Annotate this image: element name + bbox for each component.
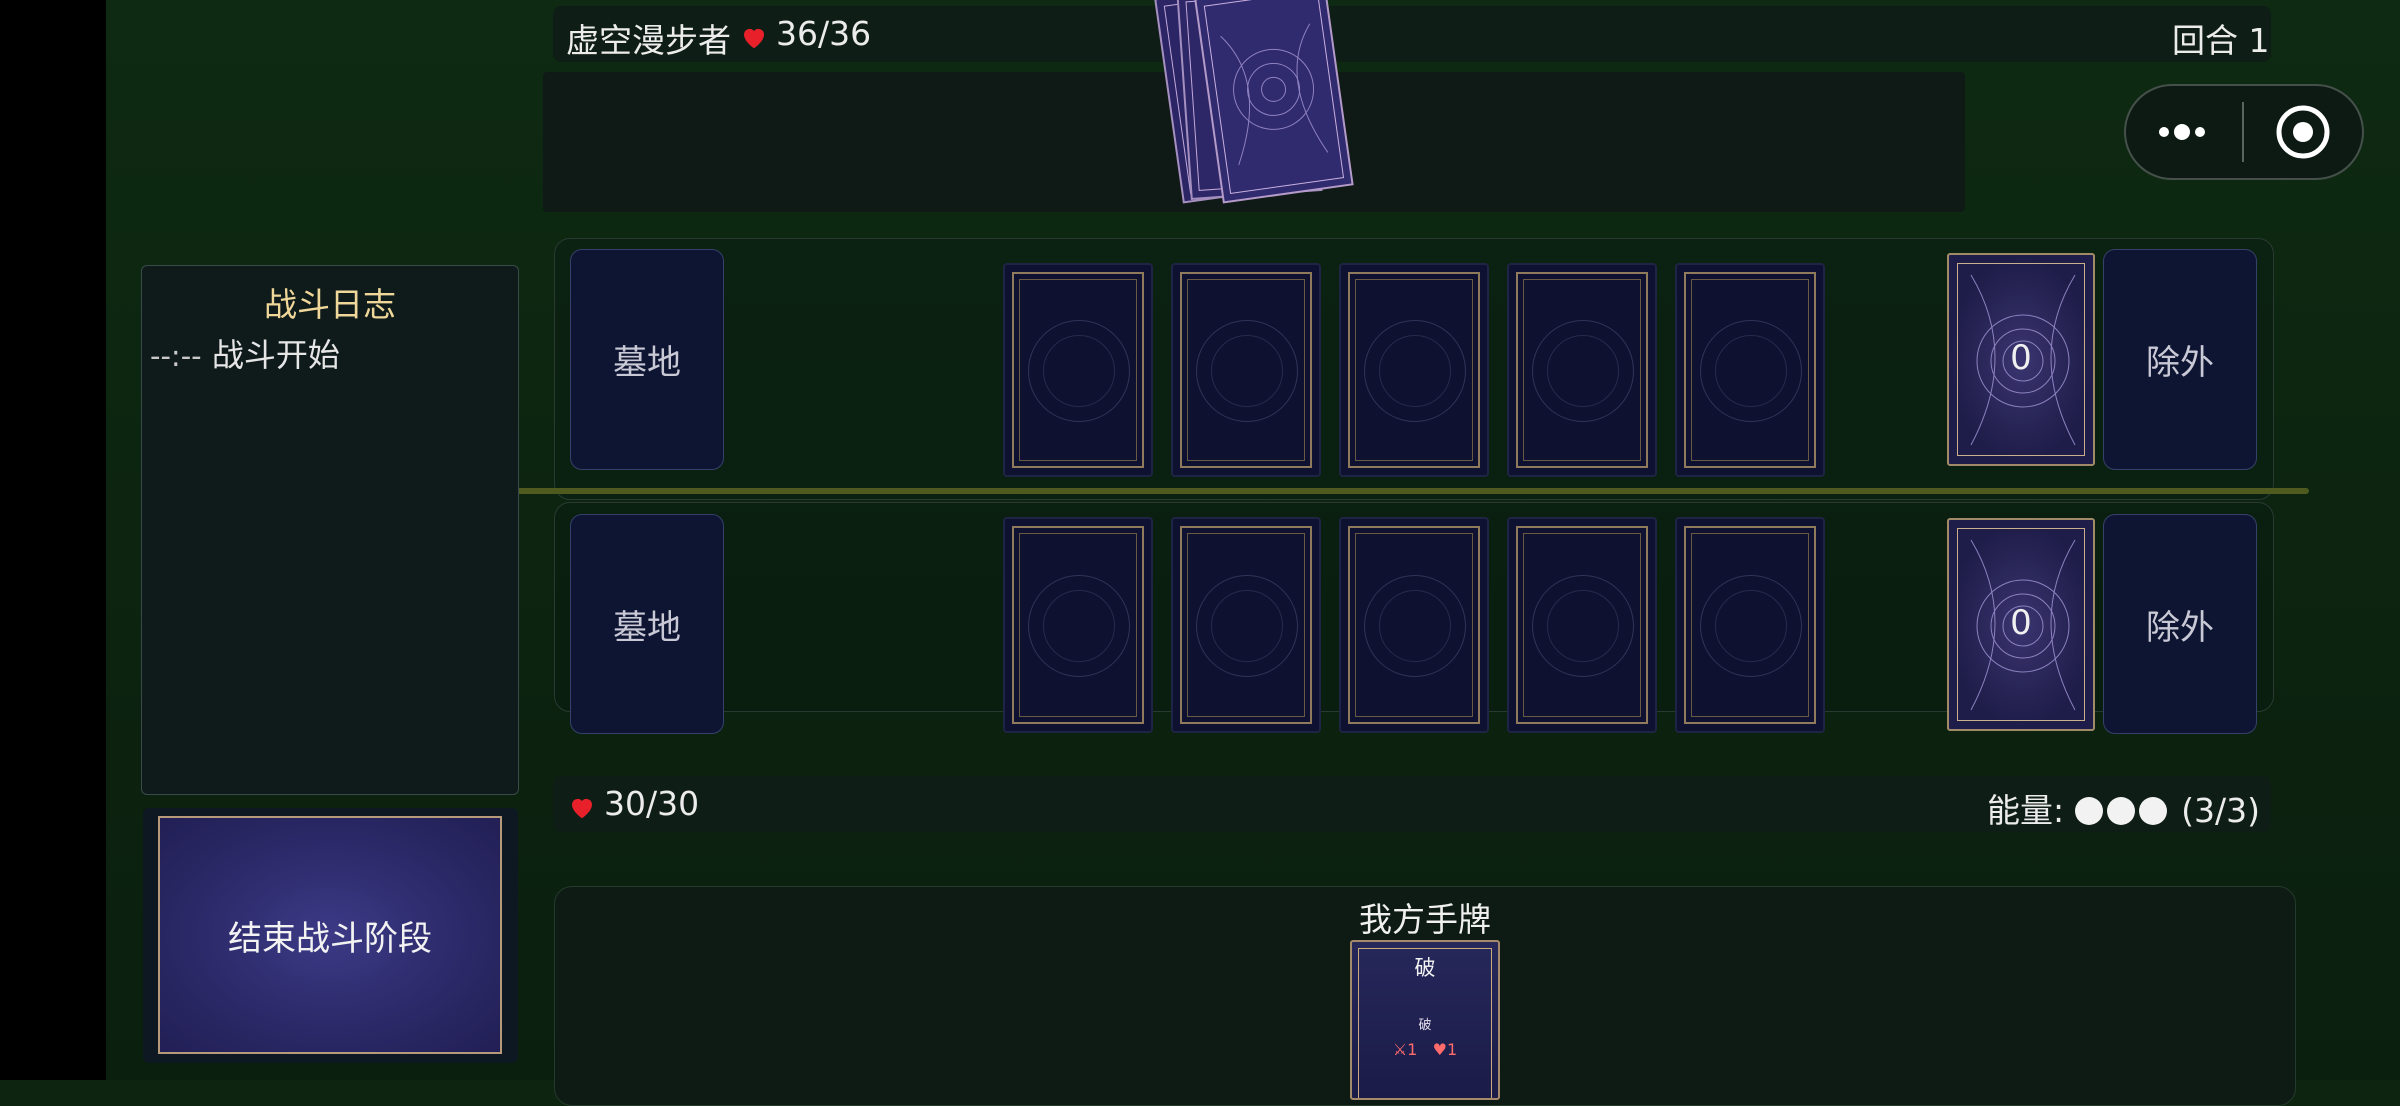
enemy-field-slot[interactable] bbox=[1003, 263, 1153, 477]
energy-label: 能量: bbox=[1987, 791, 2065, 830]
turn-counter: 回合 1 bbox=[2172, 21, 2270, 60]
energy-orb-icon bbox=[2138, 797, 2167, 825]
enemy-deck[interactable]: 0 bbox=[1947, 253, 2095, 466]
end-battle-phase-button[interactable]: 结束战斗阶段 bbox=[158, 816, 502, 1054]
player-exile-label: 除外 bbox=[2146, 607, 2214, 648]
player-deck[interactable]: 0 bbox=[1947, 518, 2095, 731]
energy-count: (3/3) bbox=[2181, 791, 2260, 830]
more-icon[interactable] bbox=[2152, 112, 2212, 152]
hand-card-health: 1 bbox=[1446, 1040, 1458, 1059]
heart-icon bbox=[572, 798, 592, 819]
hand-card[interactable]: 破 破 ⚔1 ♥1 bbox=[1350, 940, 1500, 1100]
player-field-slot[interactable] bbox=[1507, 517, 1657, 733]
energy-orb-icon bbox=[2074, 797, 2103, 825]
player-field-slot[interactable] bbox=[1675, 517, 1825, 733]
energy-orbs bbox=[2074, 791, 2171, 830]
player-exile[interactable]: 除外 bbox=[2103, 514, 2257, 734]
log-entry-text: 战斗开始 bbox=[211, 336, 340, 374]
sword-icon: ⚔ bbox=[1392, 1040, 1408, 1059]
heart-icon: ♥ bbox=[1432, 1040, 1447, 1059]
target-icon[interactable] bbox=[2273, 102, 2333, 162]
enemy-hand-cards bbox=[1154, 0, 1354, 204]
hand-card-name: 破 bbox=[1414, 956, 1436, 980]
hand-card-subtitle: 破 bbox=[1418, 1018, 1432, 1033]
player-field-slot[interactable] bbox=[1339, 517, 1489, 733]
hand-card-attack: 1 bbox=[1407, 1040, 1418, 1059]
enemy-name: 虚空漫步者 bbox=[566, 21, 731, 60]
enemy-field-slot[interactable] bbox=[1507, 263, 1657, 477]
capsule-separator bbox=[2242, 102, 2244, 162]
player-graveyard-label: 墓地 bbox=[613, 607, 681, 648]
energy-display: 能量: (3/3) bbox=[1987, 784, 2260, 832]
battle-log-entry: --:-- 战斗开始 bbox=[150, 330, 340, 376]
enemy-graveyard-label: 墓地 bbox=[613, 343, 681, 383]
energy-orb-icon bbox=[2106, 797, 2135, 825]
end-battle-phase-label: 结束战斗阶段 bbox=[228, 918, 432, 959]
enemy-hp: 36/36 bbox=[776, 14, 872, 53]
player-deck-count: 0 bbox=[2010, 602, 2032, 643]
player-field-slot[interactable] bbox=[1003, 517, 1153, 733]
hand-card-stats: ⚔1 ♥1 bbox=[1352, 1040, 1498, 1059]
battle-log-title: 战斗日志 bbox=[264, 285, 396, 324]
enemy-field-slot[interactable] bbox=[1171, 263, 1321, 477]
enemy-exile-label: 除外 bbox=[2146, 343, 2214, 383]
enemy-field-slot[interactable] bbox=[1675, 263, 1825, 477]
player-hand-title: 我方手牌 bbox=[1359, 900, 1491, 939]
log-entry-time: --:-- bbox=[150, 339, 202, 373]
enemy-exile[interactable]: 除外 bbox=[2103, 249, 2257, 470]
heart-icon bbox=[744, 28, 764, 49]
enemy-field-slot[interactable] bbox=[1339, 263, 1489, 477]
player-graveyard[interactable]: 墓地 bbox=[570, 514, 724, 734]
left-black-strip bbox=[0, 0, 106, 1080]
player-hp: 30/30 bbox=[604, 784, 700, 823]
enemy-deck-count: 0 bbox=[2010, 337, 2032, 378]
enemy-graveyard[interactable]: 墓地 bbox=[570, 249, 724, 470]
player-field-slot[interactable] bbox=[1171, 517, 1321, 733]
